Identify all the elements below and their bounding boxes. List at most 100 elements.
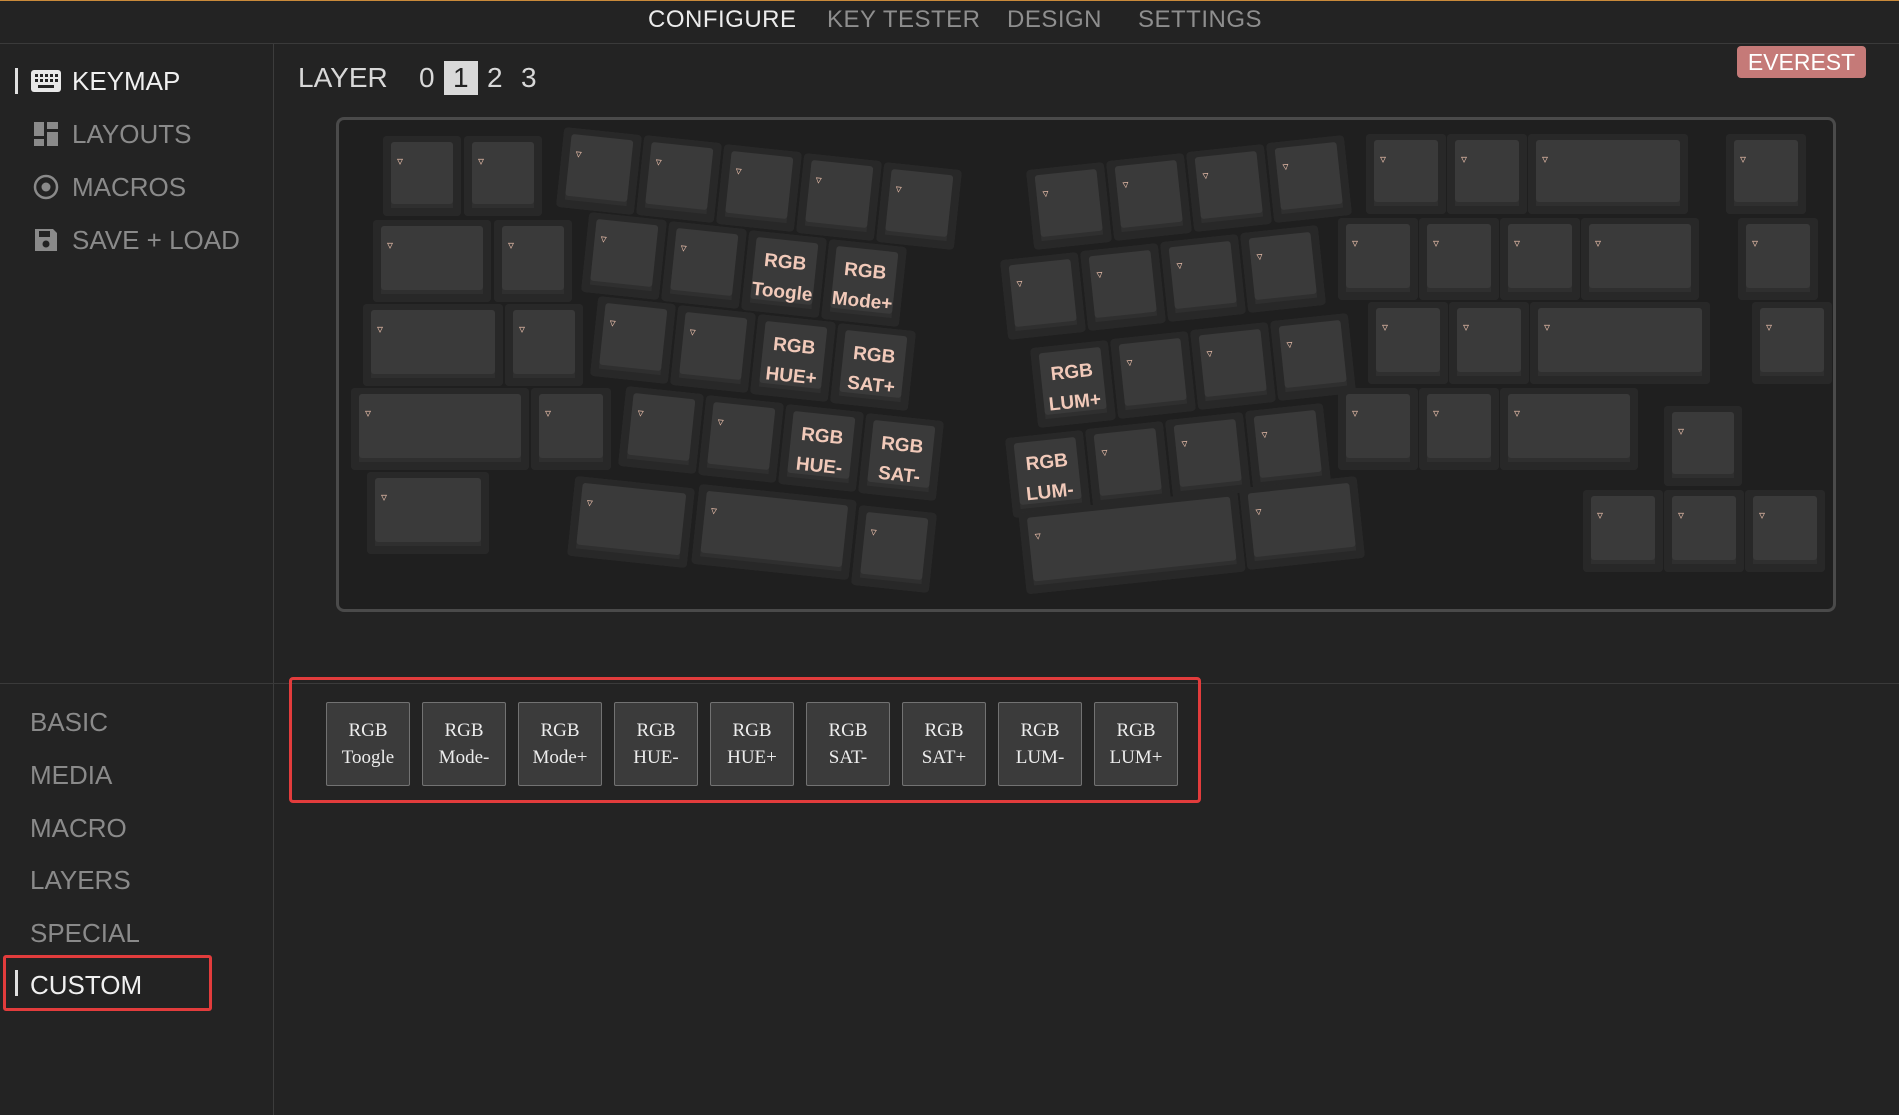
palette-key-rgb-hue-plus[interactable]: RGB HUE+	[710, 702, 794, 786]
category-media[interactable]: MEDIA	[30, 760, 112, 791]
key[interactable]: ▿	[1500, 218, 1580, 300]
key[interactable]: ▿	[1664, 406, 1742, 486]
key[interactable]: ▿	[1366, 134, 1446, 214]
key[interactable]: ▿	[494, 220, 572, 302]
key-rgb-toogle[interactable]: RGB Toogle	[741, 230, 827, 318]
category-basic[interactable]: BASIC	[30, 707, 108, 738]
key[interactable]: ▿	[1664, 490, 1744, 572]
key[interactable]: ▿	[1110, 331, 1196, 419]
key[interactable]: ▿	[464, 136, 542, 216]
key[interactable]: ▿	[1165, 412, 1251, 500]
key[interactable]: ▿	[1245, 403, 1331, 491]
key-rgb-sat-plus[interactable]: RGB SAT+	[830, 323, 916, 411]
key[interactable]: ▿	[1447, 134, 1527, 214]
key[interactable]: ▿	[670, 305, 756, 393]
keycap	[1508, 224, 1572, 288]
key-rgb-hue-plus[interactable]: RGB HUE+	[750, 314, 836, 402]
key[interactable]: ▿	[716, 144, 802, 232]
key-marker-icon: ▿	[1740, 152, 1747, 166]
key[interactable]: ▿	[1752, 302, 1832, 384]
key[interactable]: ▿	[1726, 134, 1806, 214]
key[interactable]: ▿	[1368, 302, 1448, 384]
key[interactable]: ▿	[1581, 218, 1699, 300]
category-special[interactable]: SPECIAL	[30, 918, 140, 949]
key[interactable]: ▿	[1500, 388, 1638, 470]
key[interactable]: ▿	[691, 483, 857, 581]
key[interactable]: ▿	[556, 127, 642, 215]
key[interactable]: ▿	[363, 304, 503, 386]
key[interactable]: ▿	[383, 136, 461, 216]
sidebar-item-keymap[interactable]: KEYMAP	[30, 64, 180, 98]
category-macro[interactable]: MACRO	[30, 813, 127, 844]
key-rgb-lum-minus[interactable]: RGB LUM-	[1005, 430, 1091, 518]
key-rgb-sat-minus[interactable]: RGB SAT-	[858, 413, 944, 501]
key[interactable]: ▿	[1583, 490, 1663, 572]
key[interactable]: ▿	[351, 388, 529, 470]
key[interactable]: ▿	[796, 153, 882, 241]
sidebar-item-macros[interactable]: MACROS	[30, 170, 186, 204]
key[interactable]: ▿	[636, 135, 722, 223]
key[interactable]: ▿	[698, 395, 784, 483]
key[interactable]: ▿	[1745, 490, 1825, 572]
tab-design[interactable]: DESIGN	[1007, 6, 1102, 34]
key[interactable]: ▿	[1080, 243, 1166, 331]
layer-0-button[interactable]: 0	[410, 61, 444, 95]
key[interactable]: ▿	[1085, 421, 1171, 509]
key[interactable]: ▿	[1239, 476, 1365, 570]
key[interactable]: ▿	[1266, 135, 1352, 223]
key-rgb-hue-minus[interactable]: RGB HUE-	[778, 404, 864, 492]
layer-2-button[interactable]: 2	[478, 61, 512, 95]
key[interactable]: ▿	[876, 162, 962, 250]
key[interactable]: ▿	[1190, 322, 1276, 410]
key-marker-icon: ▿	[508, 238, 515, 252]
key[interactable]: ▿	[618, 386, 704, 474]
sidebar-item-save-load[interactable]: SAVE + LOAD	[30, 223, 240, 257]
palette-key-rgb-mode-minus[interactable]: RGB Mode-	[422, 702, 506, 786]
key[interactable]: ▿	[1000, 252, 1086, 340]
key[interactable]: ▿	[367, 472, 489, 554]
key[interactable]: ▿	[1528, 134, 1688, 214]
key[interactable]: ▿	[1738, 218, 1818, 300]
key[interactable]: ▿	[1530, 302, 1710, 384]
key[interactable]: ▿	[373, 220, 491, 302]
sidebar-item-layouts[interactable]: LAYOUTS	[30, 117, 191, 151]
key-rgb-lum-plus[interactable]: RGB LUM+	[1030, 340, 1116, 428]
palette-key-rgb-lum-minus[interactable]: RGB LUM-	[998, 702, 1082, 786]
tab-key-tester[interactable]: KEY TESTER	[827, 6, 981, 34]
palette-key-rgb-hue-minus[interactable]: RGB HUE-	[614, 702, 698, 786]
key[interactable]: ▿	[1419, 388, 1499, 470]
category-layers[interactable]: LAYERS	[30, 865, 131, 896]
key-marker-icon: ▿	[387, 238, 394, 252]
tab-configure[interactable]: CONFIGURE	[648, 6, 797, 34]
palette-key-rgb-sat-minus[interactable]: RGB SAT-	[806, 702, 890, 786]
key[interactable]: ▿	[505, 304, 583, 386]
key[interactable]: ▿	[581, 212, 667, 300]
key[interactable]: ▿	[1106, 153, 1192, 241]
key[interactable]: ▿	[1160, 234, 1246, 322]
key[interactable]: ▿	[567, 475, 695, 569]
key[interactable]: ▿	[1419, 218, 1499, 300]
key[interactable]: ▿	[1338, 218, 1418, 300]
key[interactable]: ▿	[1240, 225, 1326, 313]
key[interactable]: ▿	[1449, 302, 1529, 384]
key[interactable]: ▿	[531, 388, 611, 470]
tab-settings[interactable]: SETTINGS	[1138, 6, 1262, 34]
key[interactable]: ▿	[851, 505, 937, 593]
sidebar-item-label: LAYOUTS	[72, 118, 192, 149]
key[interactable]: ▿	[1026, 162, 1112, 250]
palette-key-rgb-mode-plus[interactable]: RGB Mode+	[518, 702, 602, 786]
layer-1-button[interactable]: 1	[443, 61, 478, 95]
keycap	[391, 142, 453, 204]
key[interactable]: ▿	[661, 221, 747, 309]
active-indicator	[15, 68, 18, 94]
key[interactable]: ▿	[590, 296, 676, 384]
palette-key-rgb-lum-plus[interactable]: RGB LUM+	[1094, 702, 1178, 786]
palette-key-rgb-sat-plus[interactable]: RGB SAT+	[902, 702, 986, 786]
key-marker-icon: ▿	[397, 154, 404, 168]
key[interactable]: ▿	[1186, 144, 1272, 232]
keycap	[565, 133, 634, 203]
layer-3-button[interactable]: 3	[512, 61, 546, 95]
palette-key-rgb-toogle[interactable]: RGB Toogle	[326, 702, 410, 786]
key-rgb-mode-plus[interactable]: RGB Mode+	[821, 239, 907, 327]
key[interactable]: ▿	[1338, 388, 1418, 470]
